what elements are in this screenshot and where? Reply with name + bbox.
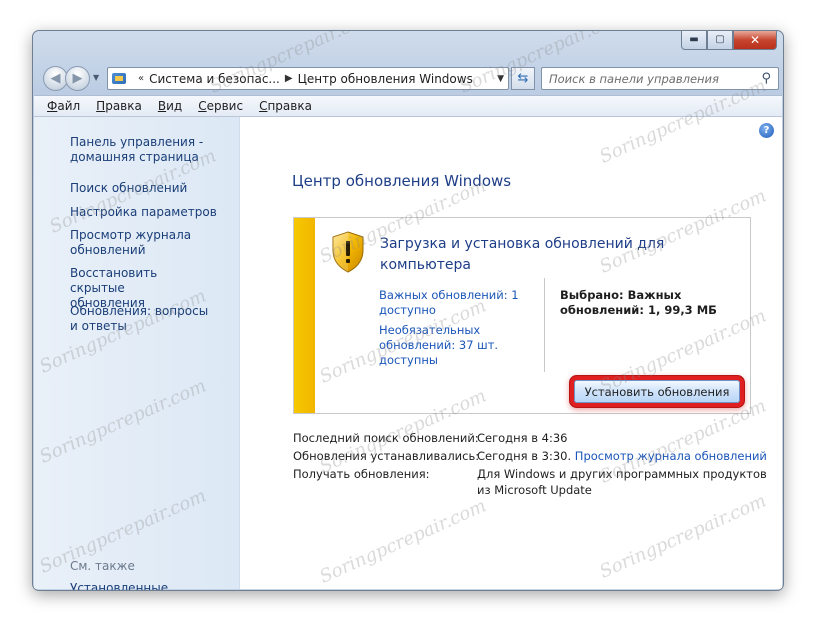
refresh-button[interactable]: ⇆ xyxy=(511,67,535,90)
sidebar-installed-updates[interactable]: Установленные обновления xyxy=(70,581,240,590)
recent-pages-dropdown[interactable]: ▼ xyxy=(93,73,99,82)
arrow-left-icon: ◀ xyxy=(50,71,61,86)
sidebar-check-updates[interactable]: Поиск обновлений xyxy=(70,181,240,196)
menu-help-label: правка xyxy=(267,99,312,113)
receive-value-line-2: из Microsoft Update xyxy=(477,483,592,497)
sidebar-home-link[interactable]: Панель управления - домашняя страница xyxy=(70,135,210,165)
menu-edit-label: равка xyxy=(105,99,142,113)
see-also-label: См. также xyxy=(70,559,135,573)
view-history-link[interactable]: Просмотр журнала обновлений xyxy=(575,449,767,463)
content-area: Панель управления - домашняя страница По… xyxy=(34,117,782,590)
control-panel-icon xyxy=(111,71,129,87)
panel-divider xyxy=(544,278,545,372)
search-icon[interactable]: ⚲ xyxy=(761,71,771,86)
menu-file-accel: Ф xyxy=(47,99,58,113)
install-updates-button[interactable]: Установить обновления xyxy=(574,380,740,403)
maximize-button[interactable]: ▢ xyxy=(707,31,733,50)
last-search-label: Последний поиск обновлений: xyxy=(293,431,479,445)
breadcrumb-system-security[interactable]: Система и безопас... xyxy=(149,72,280,86)
update-status-panel: Загрузка и установка обновлений для комп… xyxy=(293,217,751,414)
installed-label: Обновления устанавливались: xyxy=(293,449,480,463)
menu-bar: Файл Правка Вид Сервис Справка xyxy=(34,95,782,117)
warning-color-strip xyxy=(294,218,315,413)
receive-label: Получать обновления: xyxy=(293,467,430,481)
breadcrumb-overflow[interactable]: « xyxy=(138,73,144,84)
sidebar-change-settings[interactable]: Настройка параметров xyxy=(70,205,240,220)
receive-value-line-1: Для Windows и других программных продукт… xyxy=(477,467,767,481)
menu-view[interactable]: Вид xyxy=(158,99,182,113)
menu-edit-accel: П xyxy=(96,99,106,113)
search-input[interactable] xyxy=(549,71,749,86)
breadcrumb-separator-icon[interactable]: ▶ xyxy=(285,73,293,84)
last-search-value: Сегодня в 4:36 xyxy=(477,431,568,445)
installed-value: Сегодня в 3:30. xyxy=(477,449,572,463)
optional-updates-link[interactable]: Необязательных обновлений: 37 шт. доступ… xyxy=(379,323,529,368)
important-updates-link[interactable]: Важных обновлений: 1 доступно xyxy=(379,288,529,318)
menu-view-accel: В xyxy=(157,99,167,113)
navigation-bar: ◀ ▶ ▼ « Система и безопас... ▶ Центр обн… xyxy=(41,63,779,93)
control-panel-window: ▬ ▢ ✕ ◀ ▶ ▼ « Система и безопас... ▶ Цен… xyxy=(32,30,784,591)
address-bar[interactable]: « Система и безопас... ▶ Центр обновлени… xyxy=(107,67,509,90)
address-dropdown-icon[interactable]: ▼ xyxy=(497,74,504,84)
minimize-button[interactable]: ▬ xyxy=(681,31,707,50)
sidebar-faq[interactable]: Обновления: вопросы и ответы xyxy=(70,304,210,334)
menu-view-label: ид xyxy=(166,99,183,113)
close-button[interactable]: ✕ xyxy=(733,31,777,50)
forward-button[interactable]: ▶ xyxy=(65,66,90,91)
help-icon[interactable]: ? xyxy=(759,123,774,138)
selected-summary: Выбрано: Важных обновлений: 1, 99,3 МБ xyxy=(560,288,717,317)
warning-shield-icon xyxy=(332,231,364,273)
menu-help[interactable]: Справка xyxy=(259,99,312,113)
menu-tools-accel: С xyxy=(198,99,207,113)
menu-tools-label: ервис xyxy=(206,99,244,113)
arrow-right-icon: ▶ xyxy=(72,71,83,86)
panel-heading: Загрузка и установка обновлений для комп… xyxy=(380,236,665,273)
menu-file-label: айл xyxy=(57,99,81,113)
menu-file[interactable]: Файл xyxy=(47,99,80,113)
installed-row: Сегодня в 3:30. Просмотр журнала обновле… xyxy=(477,449,767,464)
menu-edit[interactable]: Правка xyxy=(96,99,142,113)
refresh-icon: ⇆ xyxy=(517,71,529,86)
task-pane: Панель управления - домашняя страница По… xyxy=(34,117,240,590)
search-box[interactable]: ⚲ xyxy=(541,67,779,90)
menu-tools[interactable]: Сервис xyxy=(198,99,243,113)
breadcrumb-windows-update[interactable]: Центр обновления Windows xyxy=(298,72,473,86)
sidebar-view-history[interactable]: Просмотр журнала обновлений xyxy=(70,228,195,258)
page-title: Центр обновления Windows xyxy=(292,172,512,190)
caption-buttons: ▬ ▢ ✕ xyxy=(681,31,777,50)
